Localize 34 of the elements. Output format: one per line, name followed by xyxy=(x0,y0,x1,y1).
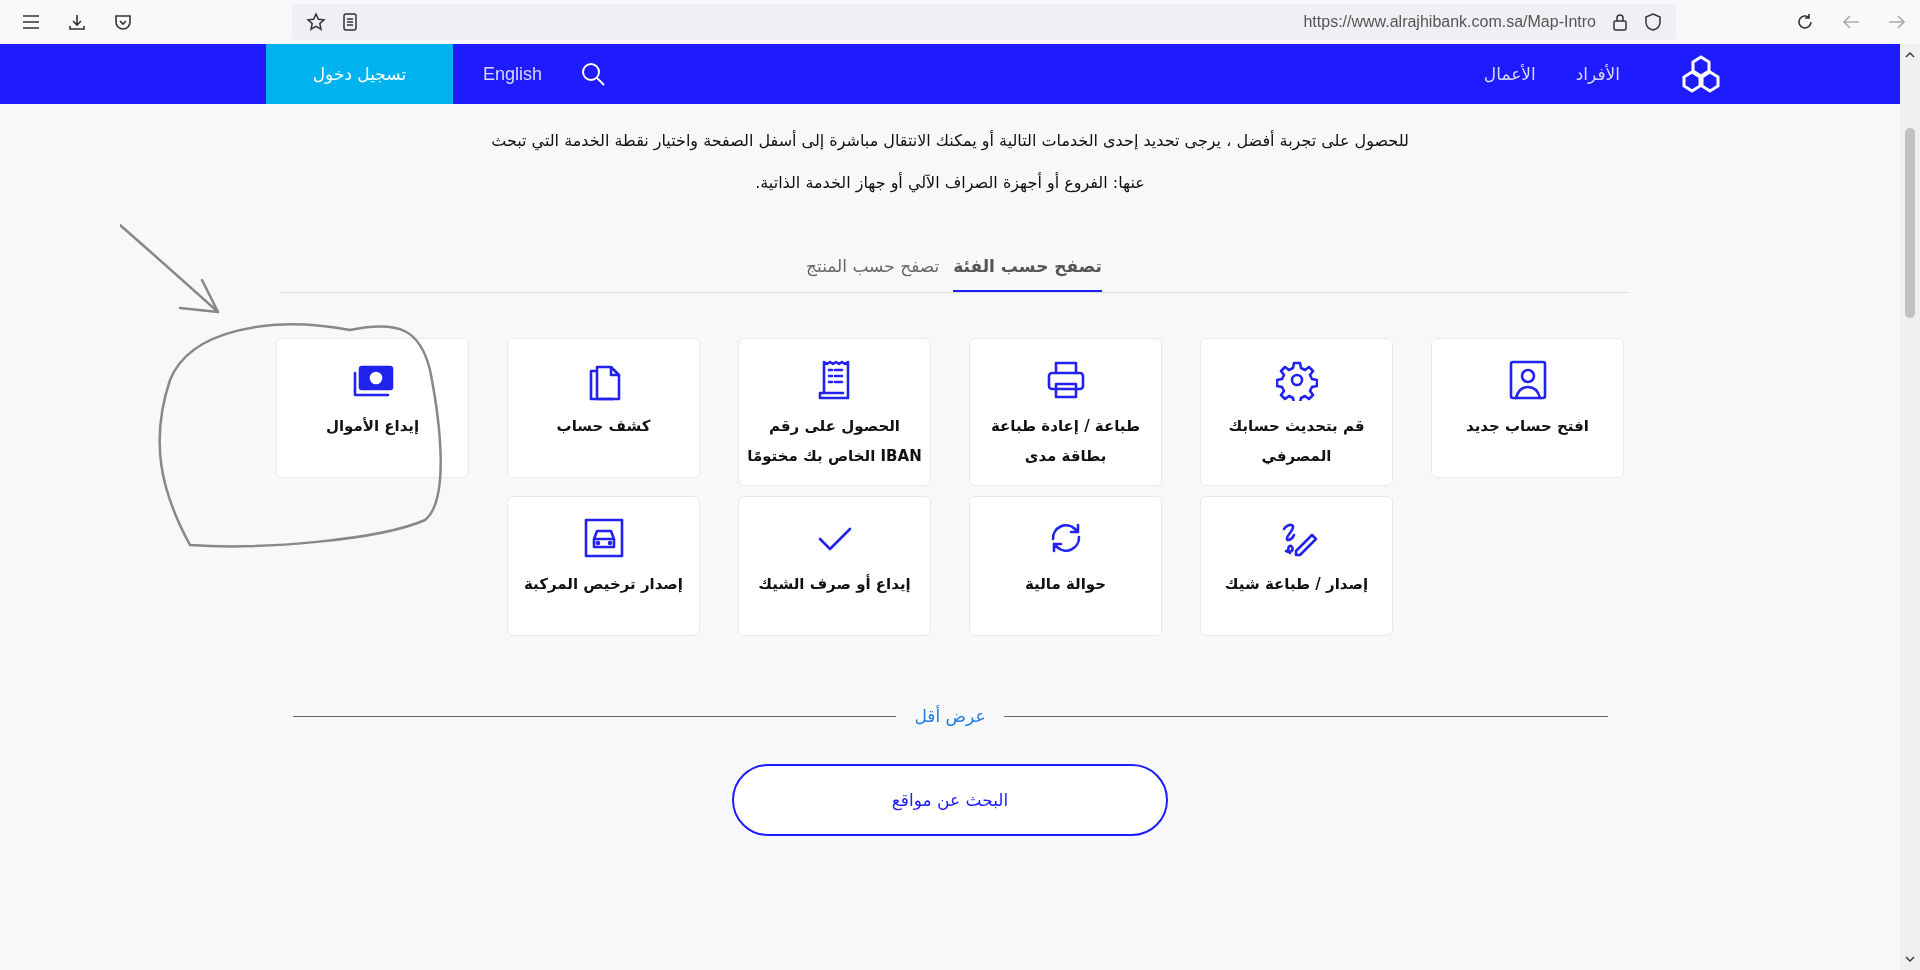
service-card[interactable]: افتح حساب جديد xyxy=(1431,338,1624,478)
service-card[interactable]: كشف حساب xyxy=(507,338,700,478)
shield-icon[interactable] xyxy=(1644,12,1662,32)
address-text[interactable]: https://www.alrajhibank.com.sa/Map-Intro xyxy=(1303,13,1596,31)
service-card[interactable]: قم بتحديث حسابك المصرفي xyxy=(1200,338,1393,486)
logo-icon[interactable] xyxy=(1680,53,1722,95)
gear-icon xyxy=(1275,359,1318,401)
menu-icon[interactable] xyxy=(22,15,40,29)
intro-text: للحصول على تجربة أفضل ، يرجى تحديد إحدى الخدمات التالية أو يمكنك الانتقال مباشرة إلى أسفل الصفحة واختيار نقطة الخدمة التي تبحث عنها: الفروع أو أجهزة الصراف الآلي أو جهاز الخدمة الذاتية. xyxy=(490,129,1410,195)
scroll-down-icon[interactable] xyxy=(1905,956,1915,962)
category-tab[interactable]: تصفح حسب المنتج xyxy=(806,244,940,292)
service-card[interactable]: الحصول على رقم IBAN الخاص بك مختومًا xyxy=(738,338,931,486)
pocket-icon[interactable] xyxy=(114,13,132,31)
service-card[interactable]: إصدار / طباعة شيك xyxy=(1200,496,1393,636)
car-icon xyxy=(582,517,625,559)
reload-icon[interactable] xyxy=(1796,13,1814,31)
find-locations-button[interactable]: البحث عن مواقع xyxy=(732,764,1168,836)
show-less-link[interactable]: عرض أقل xyxy=(914,706,986,726)
service-card[interactable]: طباعة / إعادة طباعة بطاقة مدى xyxy=(969,338,1162,486)
star-icon[interactable] xyxy=(306,12,326,32)
category-tab[interactable]: تصفح حسب الفئة xyxy=(953,244,1102,292)
nav-link[interactable]: الأفراد xyxy=(1575,64,1620,84)
download-icon[interactable] xyxy=(68,13,86,31)
language-link[interactable]: English xyxy=(483,63,543,85)
scrollbar-thumb[interactable] xyxy=(1905,128,1915,318)
nav-link[interactable]: الأعمال xyxy=(1483,64,1536,84)
service-card[interactable]: إيداع أو صرف الشيك xyxy=(738,496,931,636)
reader-icon[interactable] xyxy=(342,13,358,31)
lock-icon[interactable] xyxy=(1612,13,1628,31)
service-card[interactable]: إيداع الأموال xyxy=(276,338,469,478)
service-card[interactable]: إصدار ترخيص المركبة xyxy=(507,496,700,636)
service-card[interactable]: حوالة مالية xyxy=(969,496,1162,636)
search-icon[interactable] xyxy=(580,61,607,87)
scroll-up-icon[interactable] xyxy=(1905,52,1915,58)
